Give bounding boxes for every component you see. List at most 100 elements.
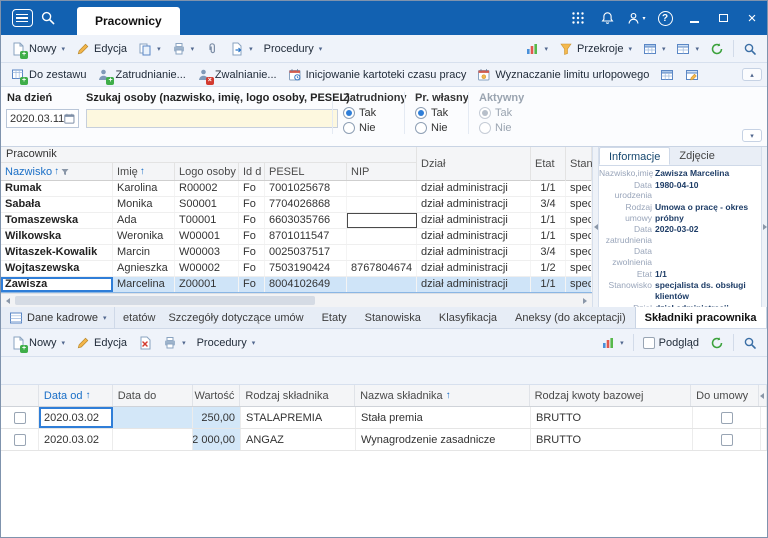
cell-etat[interactable]: 1/1: [531, 213, 566, 228]
quick-find-button[interactable]: [738, 40, 762, 58]
help-button[interactable]: ?: [652, 5, 678, 31]
zwalnianie-button[interactable]: × Zwalnianie...: [192, 66, 282, 84]
extra-grid-button-1[interactable]: [655, 66, 679, 84]
col-header-nazwisko[interactable]: Nazwisko↑: [1, 163, 113, 180]
col-header-id[interactable]: Id d: [239, 163, 265, 180]
cell-etat[interactable]: 1/1: [531, 277, 566, 292]
tab-klasyfikacja[interactable]: Klasyfikacja: [430, 307, 506, 328]
cell-nazwa-skladnika[interactable]: Stała premia: [356, 407, 531, 428]
user-menu-button[interactable]: ▾: [623, 5, 649, 31]
main-menu-button[interactable]: [9, 5, 35, 31]
cell-stan[interactable]: spec: [566, 213, 592, 228]
cell-imie[interactable]: Weronika: [113, 229, 175, 244]
copy-button[interactable]: ▾: [133, 40, 166, 58]
na-dzien-date-field[interactable]: 2020.03.11: [6, 109, 79, 128]
filter-collapse-button[interactable]: ▾: [742, 129, 762, 142]
cell-rodzaj-kwoty[interactable]: BRUTTO: [531, 429, 693, 450]
grid-views-button[interactable]: ▾: [638, 40, 671, 58]
cell-dzial[interactable]: dział administracji: [417, 181, 531, 196]
apps-menu-button[interactable]: [565, 5, 591, 31]
col-header-select[interactable]: [1, 385, 39, 406]
cell-stan[interactable]: spec: [566, 229, 592, 244]
cell-stan[interactable]: spec: [566, 245, 592, 260]
attachments-button[interactable]: [200, 40, 224, 58]
cell-dzial[interactable]: dział administracji: [417, 197, 531, 212]
new-button[interactable]: + Nowy▾: [6, 40, 70, 58]
cell-imie[interactable]: Ada: [113, 213, 175, 228]
cell-dzial[interactable]: dział administracji: [417, 261, 531, 276]
cell-nip[interactable]: [347, 229, 417, 244]
col-header-nip[interactable]: NIP: [347, 163, 417, 180]
podglad-toggle[interactable]: Podgląd: [638, 335, 704, 351]
cell-data-od[interactable]: 2020.03.02: [39, 429, 113, 450]
close-button[interactable]: ×: [739, 6, 765, 30]
cell-id[interactable]: Fo: [239, 213, 265, 228]
analyses-button[interactable]: ▾: [520, 40, 553, 58]
ribbon-collapse-button[interactable]: ▴: [742, 68, 762, 81]
cell-pesel[interactable]: 6603035766: [265, 213, 347, 228]
col-header-rodzaj-kwoty[interactable]: Rodzaj kwoty bazowej: [530, 385, 692, 406]
procedures-button[interactable]: Procedury▾: [259, 41, 328, 57]
cell-logo[interactable]: W00001: [175, 229, 239, 244]
refresh-bottom-button[interactable]: [705, 334, 729, 352]
cell-logo[interactable]: W00002: [175, 261, 239, 276]
panel-splitter[interactable]: [592, 147, 599, 307]
cell-pesel[interactable]: 7503190424: [265, 261, 347, 276]
cell-etat[interactable]: 3/4: [531, 245, 566, 260]
cell-nazwisko[interactable]: Wojtaszewska: [1, 261, 113, 276]
col-header-stan[interactable]: Stan: [566, 147, 592, 181]
cell-pesel[interactable]: 7704026868: [265, 197, 347, 212]
cell-nip[interactable]: [347, 245, 417, 260]
cell-nip[interactable]: [347, 197, 417, 212]
cell-logo[interactable]: S00001: [175, 197, 239, 212]
cell-pesel[interactable]: 8701011547: [265, 229, 347, 244]
cell-data-do[interactable]: [113, 407, 193, 428]
tab-zdjecie[interactable]: Zdjęcie: [670, 147, 723, 165]
cell-nazwisko-focused[interactable]: Zawisza: [1, 277, 113, 292]
cell-dzial[interactable]: dział administracji: [417, 245, 531, 260]
print-component-button[interactable]: ▾: [158, 334, 191, 352]
component-row-selected[interactable]: 2020.03.02 250,00 STALAPREMIA Stała prem…: [1, 407, 767, 429]
cell-nip[interactable]: [347, 181, 417, 196]
right-panel-expander[interactable]: [761, 147, 767, 307]
cell-id[interactable]: Fo: [239, 229, 265, 244]
col-header-rodzaj-skladnika[interactable]: Rodzaj składnika: [240, 385, 355, 406]
tab-skladniki-pracownika[interactable]: Składniki pracownika: [635, 307, 767, 328]
analyses-bottom-button[interactable]: ▾: [596, 334, 629, 352]
radio-zatrudniony-nie[interactable]: Nie: [343, 122, 407, 134]
horizontal-scrollbar[interactable]: [1, 293, 592, 307]
employee-row[interactable]: Rumak Karolina R00002 Fo 7001025678 dzia…: [1, 181, 592, 197]
cell-nip[interactable]: [347, 277, 417, 292]
cell-nazwisko[interactable]: Sabała: [1, 197, 113, 212]
grid-collapse-handle[interactable]: [759, 385, 767, 406]
inicjowanie-kartoteki-button[interactable]: Inicjowanie kartoteki czasu pracy: [283, 66, 472, 84]
grid-layout-button[interactable]: ▾: [671, 40, 704, 58]
cell-wartosc[interactable]: 2 000,00: [193, 429, 241, 450]
szukaj-input[interactable]: [86, 109, 338, 128]
col-header-data-do[interactable]: Data do: [113, 385, 193, 406]
cell-pesel[interactable]: 7001025678: [265, 181, 347, 196]
cell-imie[interactable]: Monika: [113, 197, 175, 212]
scroll-right-button[interactable]: [578, 294, 592, 307]
cell-nazwisko[interactable]: Tomaszewska: [1, 213, 113, 228]
employee-row[interactable]: Tomaszewska Ada T00001 Fo 6603035766 dzi…: [1, 213, 592, 229]
cell-pesel[interactable]: 8004102649: [265, 277, 347, 292]
col-header-data-od[interactable]: Data od↑: [39, 385, 113, 406]
cell-dzial[interactable]: dział administracji: [417, 213, 531, 228]
tab-informacje[interactable]: Informacje: [599, 147, 670, 165]
cell-imie[interactable]: Karolina: [113, 181, 175, 196]
maximize-button[interactable]: [710, 6, 736, 30]
print-button[interactable]: ▾: [167, 40, 200, 58]
scroll-left-button[interactable]: [1, 294, 15, 307]
cell-rodzaj-skladnika[interactable]: STALAPREMIA: [241, 407, 356, 428]
cell-etat[interactable]: 1/1: [531, 181, 566, 196]
col-header-do-umowy[interactable]: Do umowy: [691, 385, 759, 406]
minimize-button[interactable]: [681, 6, 707, 30]
cell-etat[interactable]: 3/4: [531, 197, 566, 212]
cell-stan[interactable]: spec: [566, 181, 592, 196]
tab-stanowiska[interactable]: Stanowiska: [356, 307, 430, 328]
cell-nazwisko[interactable]: Rumak: [1, 181, 113, 196]
employee-row[interactable]: Wilkowska Weronika W00001 Fo 8701011547 …: [1, 229, 592, 245]
cell-logo[interactable]: Z00001: [175, 277, 239, 292]
cell-id[interactable]: Fo: [239, 181, 265, 196]
